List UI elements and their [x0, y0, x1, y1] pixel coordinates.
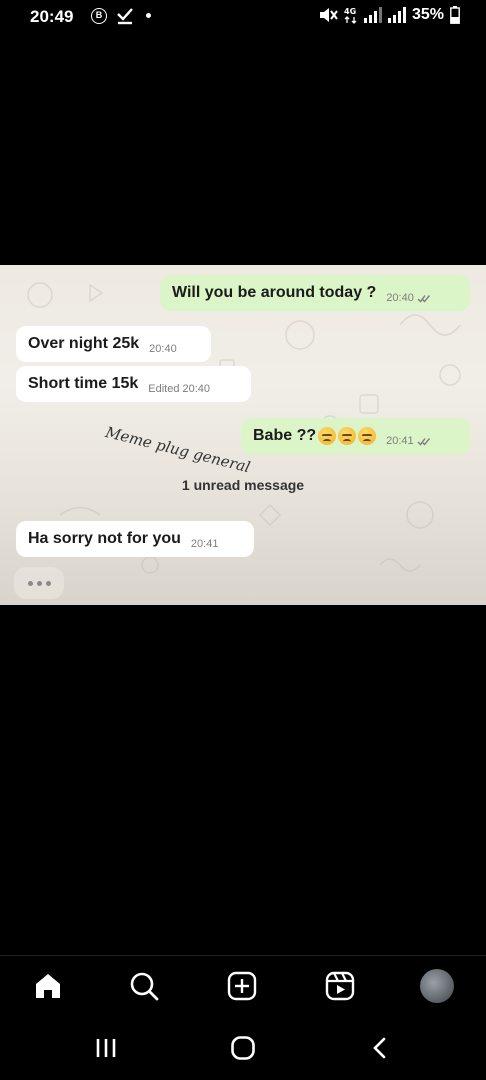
- double-check-icon: [417, 437, 430, 446]
- battery-icon: [450, 6, 460, 24]
- bottom-nav: [0, 955, 486, 1015]
- chat-screenshot[interactable]: Will you be around today ? 20:40 Over ni…: [0, 265, 486, 605]
- system-nav-bar: [0, 1015, 486, 1080]
- message-text: Babe ??: [253, 427, 317, 444]
- message-meta: 20:40: [386, 292, 431, 304]
- message-time: Edited 20:40: [148, 383, 211, 395]
- typing-dot: [27, 580, 33, 586]
- nav-reels-button[interactable]: [320, 966, 360, 1006]
- svg-text:4G: 4G: [344, 7, 356, 16]
- unread-divider: 1 unread message: [181, 477, 305, 493]
- reels-icon: [325, 971, 355, 1001]
- status-right-group: 4G 35%: [318, 6, 460, 24]
- create-icon: [227, 971, 257, 1001]
- double-check-icon: [417, 294, 430, 303]
- typing-dot: [36, 580, 42, 586]
- home-nav-button[interactable]: [225, 1033, 261, 1063]
- sad-face-emoji-icon: [358, 427, 377, 445]
- typing-indicator: [14, 567, 64, 599]
- message-bubble-incoming[interactable]: Short time 15k Edited 20:40: [16, 366, 251, 402]
- status-time: 20:49: [30, 7, 74, 26]
- b-circle-icon: B: [91, 8, 107, 24]
- back-icon: [373, 1037, 386, 1059]
- message-bubble-incoming[interactable]: Ha sorry not for you 20:41: [16, 521, 254, 557]
- message-bubble-outgoing[interactable]: Will you be around today ? 20:40: [160, 275, 470, 311]
- sad-face-emoji-icon: [318, 427, 337, 445]
- nav-create-button[interactable]: [222, 966, 262, 1006]
- message-time: 20:40: [386, 292, 414, 304]
- message-time: 20:40: [149, 343, 177, 355]
- battery-percent: 35%: [411, 6, 444, 23]
- message-time: 20:41: [190, 538, 219, 550]
- signal-icon: [363, 7, 382, 23]
- sad-face-emoji-icon: [338, 427, 357, 445]
- nav-search-button[interactable]: [124, 966, 164, 1006]
- search-icon: [130, 972, 159, 1001]
- message-bubble-outgoing[interactable]: Babe ?? 20:41: [241, 418, 470, 454]
- recents-button[interactable]: [88, 1033, 124, 1063]
- back-button[interactable]: [362, 1033, 398, 1063]
- message-text: Ha sorry not for you: [28, 530, 181, 547]
- home-icon: [36, 974, 60, 998]
- message-meta: 20:41: [386, 435, 431, 447]
- typing-dot: [45, 580, 51, 586]
- mute-icon: [319, 8, 338, 22]
- 4g-icon: 4G: [344, 7, 357, 24]
- status-bar: 20:49 B 4G 35%: [0, 0, 486, 34]
- home-circle-icon: [231, 1036, 255, 1060]
- download-check-icon: [117, 8, 133, 25]
- recents-icon: [96, 1039, 116, 1057]
- nav-home-button[interactable]: [28, 966, 68, 1006]
- message-text: Will you be around today ?: [172, 284, 377, 301]
- message-text: Short time 15k: [28, 375, 139, 392]
- message-text: Over night 25k: [28, 335, 140, 352]
- profile-avatar[interactable]: [420, 969, 454, 1003]
- message-bubble-incoming[interactable]: Over night 25k 20:40: [16, 326, 211, 362]
- signal-icon: [387, 7, 406, 23]
- dot-icon: [146, 13, 151, 18]
- message-time: 20:41: [386, 435, 414, 447]
